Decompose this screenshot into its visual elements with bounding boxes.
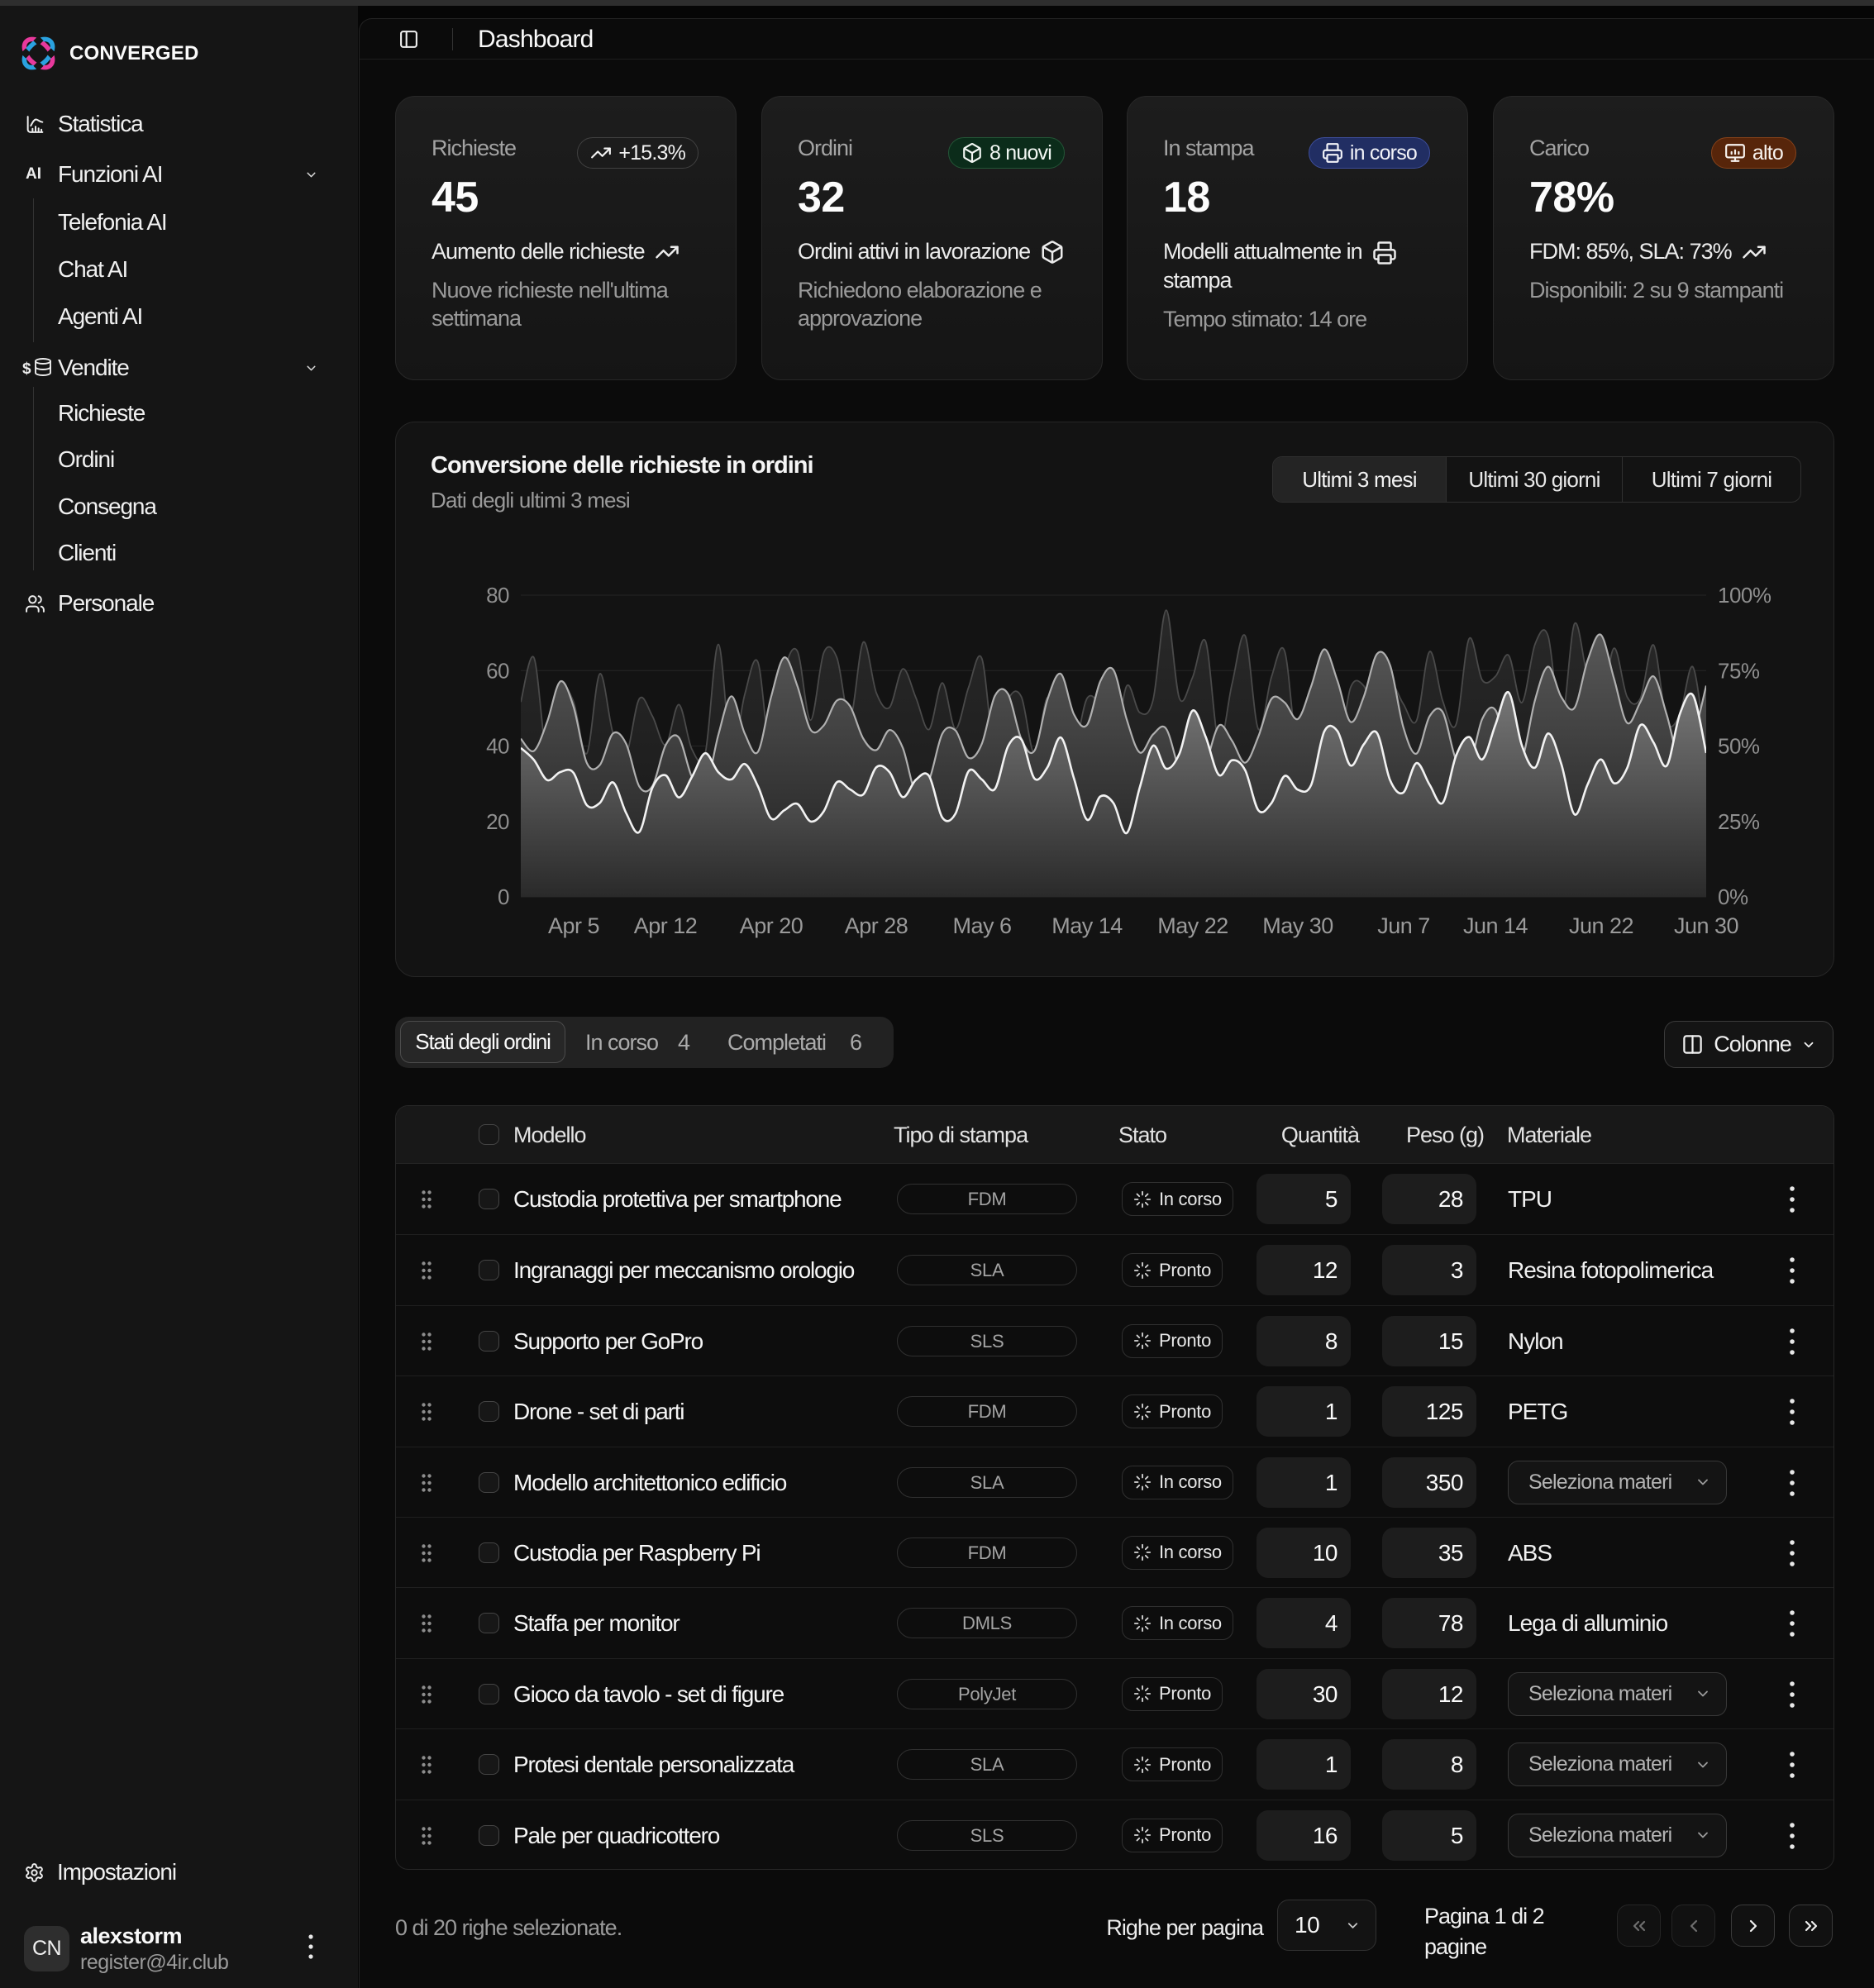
svg-text:Jun 7: Jun 7 [1377,913,1430,938]
svg-text:75%: 75% [1718,658,1760,683]
svg-text:0%: 0% [1718,884,1748,909]
svg-text:40: 40 [486,734,509,759]
svg-text:Apr 12: Apr 12 [634,913,698,938]
svg-text:May 14: May 14 [1051,913,1123,938]
svg-text:60: 60 [486,658,509,683]
svg-text:25%: 25% [1718,809,1760,834]
svg-text:Apr 5: Apr 5 [548,913,599,938]
svg-text:50%: 50% [1718,734,1760,759]
svg-text:May 30: May 30 [1262,913,1333,938]
svg-text:20: 20 [486,809,509,834]
svg-text:100%: 100% [1718,583,1771,608]
svg-text:Apr 28: Apr 28 [845,913,908,938]
svg-text:May 22: May 22 [1157,913,1228,938]
svg-text:Jun 22: Jun 22 [1569,913,1633,938]
svg-text:May 6: May 6 [952,913,1011,938]
svg-text:80: 80 [486,583,509,608]
svg-text:Jun 14: Jun 14 [1463,913,1528,938]
svg-text:Apr 20: Apr 20 [740,913,803,938]
svg-text:0: 0 [498,884,509,909]
svg-text:Jun 30: Jun 30 [1674,913,1738,938]
